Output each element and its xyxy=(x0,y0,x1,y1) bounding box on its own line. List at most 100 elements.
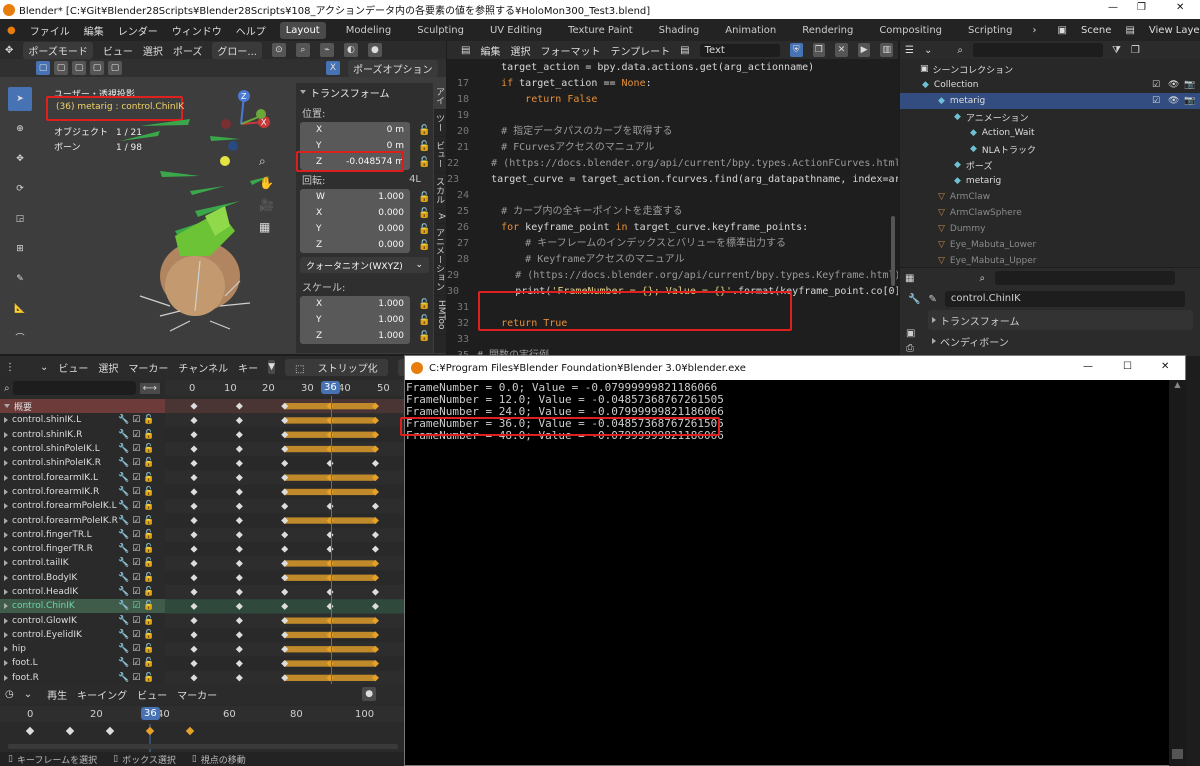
channel-lock-icon[interactable]: 🔓 xyxy=(143,544,154,554)
channel-row[interactable]: control.shinIK.R 🔧 ☑ 🔓 xyxy=(0,428,165,442)
minimize-button[interactable]: — xyxy=(1108,2,1118,13)
outliner-item[interactable]: ▽ Dummy xyxy=(900,221,1200,237)
channel-checkbox-icon[interactable]: ☑ xyxy=(132,558,140,568)
expand-icon[interactable] xyxy=(4,646,8,653)
pan-hand-icon[interactable]: ✋ xyxy=(259,176,279,198)
outliner-item[interactable]: ▽ ArmClawSphere xyxy=(900,205,1200,221)
checkbox-icon[interactable]: ☑ xyxy=(1152,80,1160,90)
code-line[interactable]: 22 # (https://docs.blender.org/api/curre… xyxy=(447,156,898,172)
proportional-icon[interactable]: ⌁ xyxy=(319,43,334,57)
channel-lock-icon[interactable]: 🔓 xyxy=(143,587,154,597)
dopesheet-menu-select[interactable]: 選択 xyxy=(98,360,118,375)
select-mode-invert-icon[interactable]: ▢ xyxy=(90,61,104,75)
outliner-item[interactable]: ◆ Action_Wait xyxy=(900,125,1200,141)
outliner[interactable]: ☰ ⌄ ⌕ ⧩ ❐ ▣ シーンコレクション ◆ Collection ☑ 👁 📷 ◆ met… xyxy=(900,41,1200,267)
measure-tool-icon[interactable]: 📐 xyxy=(8,297,32,321)
transform-orientation-selector[interactable]: グロー... xyxy=(212,41,262,59)
console-close-button[interactable]: ✕ xyxy=(1161,361,1169,372)
outliner-new-collection-icon[interactable]: ❐ xyxy=(1131,45,1140,56)
tab-compositing[interactable]: Compositing xyxy=(873,22,948,39)
text-editor[interactable]: ▤ 編集 選択 フォーマット テンプレート ▤ Text ⛨ ❐ ✕ ▶ ▥ t… xyxy=(447,41,898,355)
expand-icon[interactable] xyxy=(4,660,8,667)
modifier-wrench-icon[interactable]: 🔧 xyxy=(118,458,129,468)
modifier-wrench-icon[interactable]: 🔧 xyxy=(118,430,129,440)
code-line[interactable]: 25 # カーブ内の全キーポイントを走査する xyxy=(447,204,898,220)
tab-uv-editing[interactable]: UV Editing xyxy=(484,22,548,39)
channel-lock-icon[interactable]: 🔓 xyxy=(143,415,154,425)
select-mode-subtract-icon[interactable]: ▢ xyxy=(72,61,86,75)
properties-type-icon[interactable]: ▦ xyxy=(905,273,914,284)
modifier-wrench-icon[interactable]: 🔧 xyxy=(118,644,129,654)
relax-tool-icon[interactable]: ⌒ xyxy=(8,327,32,351)
rotation-mode-selector[interactable]: クォータニオン(WXYZ) ⌄ xyxy=(300,257,429,273)
channel-checkbox-icon[interactable]: ☑ xyxy=(132,616,140,626)
modifier-wrench-icon[interactable]: 🔧 xyxy=(118,673,129,683)
location-x-field[interactable]: X 0 m xyxy=(300,122,410,138)
channel-lock-icon[interactable]: 🔓 xyxy=(143,673,154,683)
console-window[interactable]: C:¥Program Files¥Blender Foundation¥Blen… xyxy=(400,355,1186,766)
select-mode-intersect-icon[interactable]: ▢ xyxy=(108,61,122,75)
console-scrollbar[interactable]: ▲ xyxy=(1169,380,1186,766)
dopesheet-menu-marker[interactable]: マーカー xyxy=(128,360,168,375)
select-mode-extend-icon[interactable]: ▢ xyxy=(54,61,68,75)
outliner-item[interactable]: ◆ ポーズ xyxy=(900,157,1200,173)
properties-editor[interactable]: ▦ ⌕ 🔧 ✎ control.ChinIK トランスフォーム ベンディボーン … xyxy=(900,268,1200,356)
editor-type-icon[interactable]: ✥ xyxy=(5,45,13,56)
dopesheet-type-icon[interactable]: ⋮ xyxy=(5,362,15,373)
expand-icon[interactable] xyxy=(4,560,8,567)
text-menu-edit[interactable]: 編集 xyxy=(480,43,500,58)
lock-icon[interactable]: 🔓 xyxy=(418,315,430,326)
navigation-gizmo[interactable]: Z X xyxy=(206,86,276,156)
rotation-z-field[interactable]: Z 0.000 xyxy=(300,237,410,253)
channel-lock-icon[interactable]: 🔓 xyxy=(143,487,154,497)
expand-icon[interactable] xyxy=(4,517,8,524)
properties-panel-transform[interactable]: トランスフォーム xyxy=(928,310,1193,330)
shading-icon[interactable]: ● xyxy=(367,43,382,57)
eye-icon[interactable]: 👁 xyxy=(1168,96,1179,106)
render-tab-icon[interactable]: ▣ xyxy=(906,328,915,339)
channel-lock-icon[interactable]: 🔓 xyxy=(143,473,154,483)
lock-icon[interactable]: 🔓 xyxy=(418,331,430,342)
dopesheet-menu-key[interactable]: キー xyxy=(238,360,258,375)
outliner-item[interactable]: ◆ Collection ☑ 👁 📷 xyxy=(900,77,1200,93)
text-menu-select[interactable]: 選択 xyxy=(510,43,530,58)
outliner-item[interactable]: ◆ metarig xyxy=(900,173,1200,189)
modifier-wrench-icon[interactable]: 🔧 xyxy=(118,516,129,526)
expand-icon[interactable] xyxy=(4,488,8,495)
checkbox-icon[interactable]: ☑ xyxy=(1152,96,1160,106)
viewport-menu-select[interactable]: 選択 xyxy=(143,43,163,58)
pose-options-button[interactable]: ポーズオプション xyxy=(348,59,438,77)
code-line[interactable]: 27 # キーフレームのインデックスとバリューを標準出力する xyxy=(447,236,898,252)
modifier-wrench-icon[interactable]: 🔧 xyxy=(118,616,129,626)
outliner-filter-icon[interactable]: ⧩ xyxy=(1112,45,1121,56)
expand-icon[interactable] xyxy=(4,546,8,553)
text-menu-format[interactable]: フォーマット xyxy=(540,43,600,58)
tab-sculpting[interactable]: Sculpting xyxy=(411,22,470,39)
output-tab-icon[interactable]: ⎙ xyxy=(906,343,915,354)
expand-icon[interactable] xyxy=(4,603,8,610)
menu-help[interactable]: ヘルプ xyxy=(236,23,266,38)
select-tool-icon[interactable]: ➤ xyxy=(8,87,32,111)
lock-icon[interactable]: 🔓 xyxy=(418,141,430,152)
channel-checkbox-icon[interactable]: ☑ xyxy=(132,487,140,497)
channel-lock-icon[interactable]: 🔓 xyxy=(143,644,154,654)
viewport-menu-view[interactable]: ビュー xyxy=(103,43,133,58)
channel-checkbox-icon[interactable]: ☑ xyxy=(132,516,140,526)
scale-z-field[interactable]: Z 1.000 xyxy=(300,328,410,344)
channel-row[interactable]: control.forearmIK.L 🔧 ☑ 🔓 xyxy=(0,470,165,484)
channel-checkbox-icon[interactable]: ☑ xyxy=(132,573,140,583)
rotation-y-field[interactable]: Y 0.000 xyxy=(300,221,410,237)
modifier-wrench-icon[interactable]: 🔧 xyxy=(118,573,129,583)
transform-tool-icon[interactable]: ⊞ xyxy=(8,237,32,261)
tab-shading[interactable]: Shading xyxy=(653,22,706,39)
outliner-type-icon[interactable]: ☰ xyxy=(905,45,914,56)
console-scroll-up-icon[interactable]: ▲ xyxy=(1169,380,1186,389)
unlink-text-icon[interactable]: ✕ xyxy=(835,43,848,57)
channel-lock-icon[interactable]: 🔓 xyxy=(143,430,154,440)
keyframe-area[interactable] xyxy=(165,399,404,684)
lock-icon[interactable]: 🔓 xyxy=(418,240,430,251)
outliner-search-input[interactable] xyxy=(972,43,1103,57)
channel-lock-icon[interactable]: 🔓 xyxy=(143,444,154,454)
expand-icon[interactable] xyxy=(4,446,8,453)
channel-checkbox-icon[interactable]: ☑ xyxy=(132,415,140,425)
